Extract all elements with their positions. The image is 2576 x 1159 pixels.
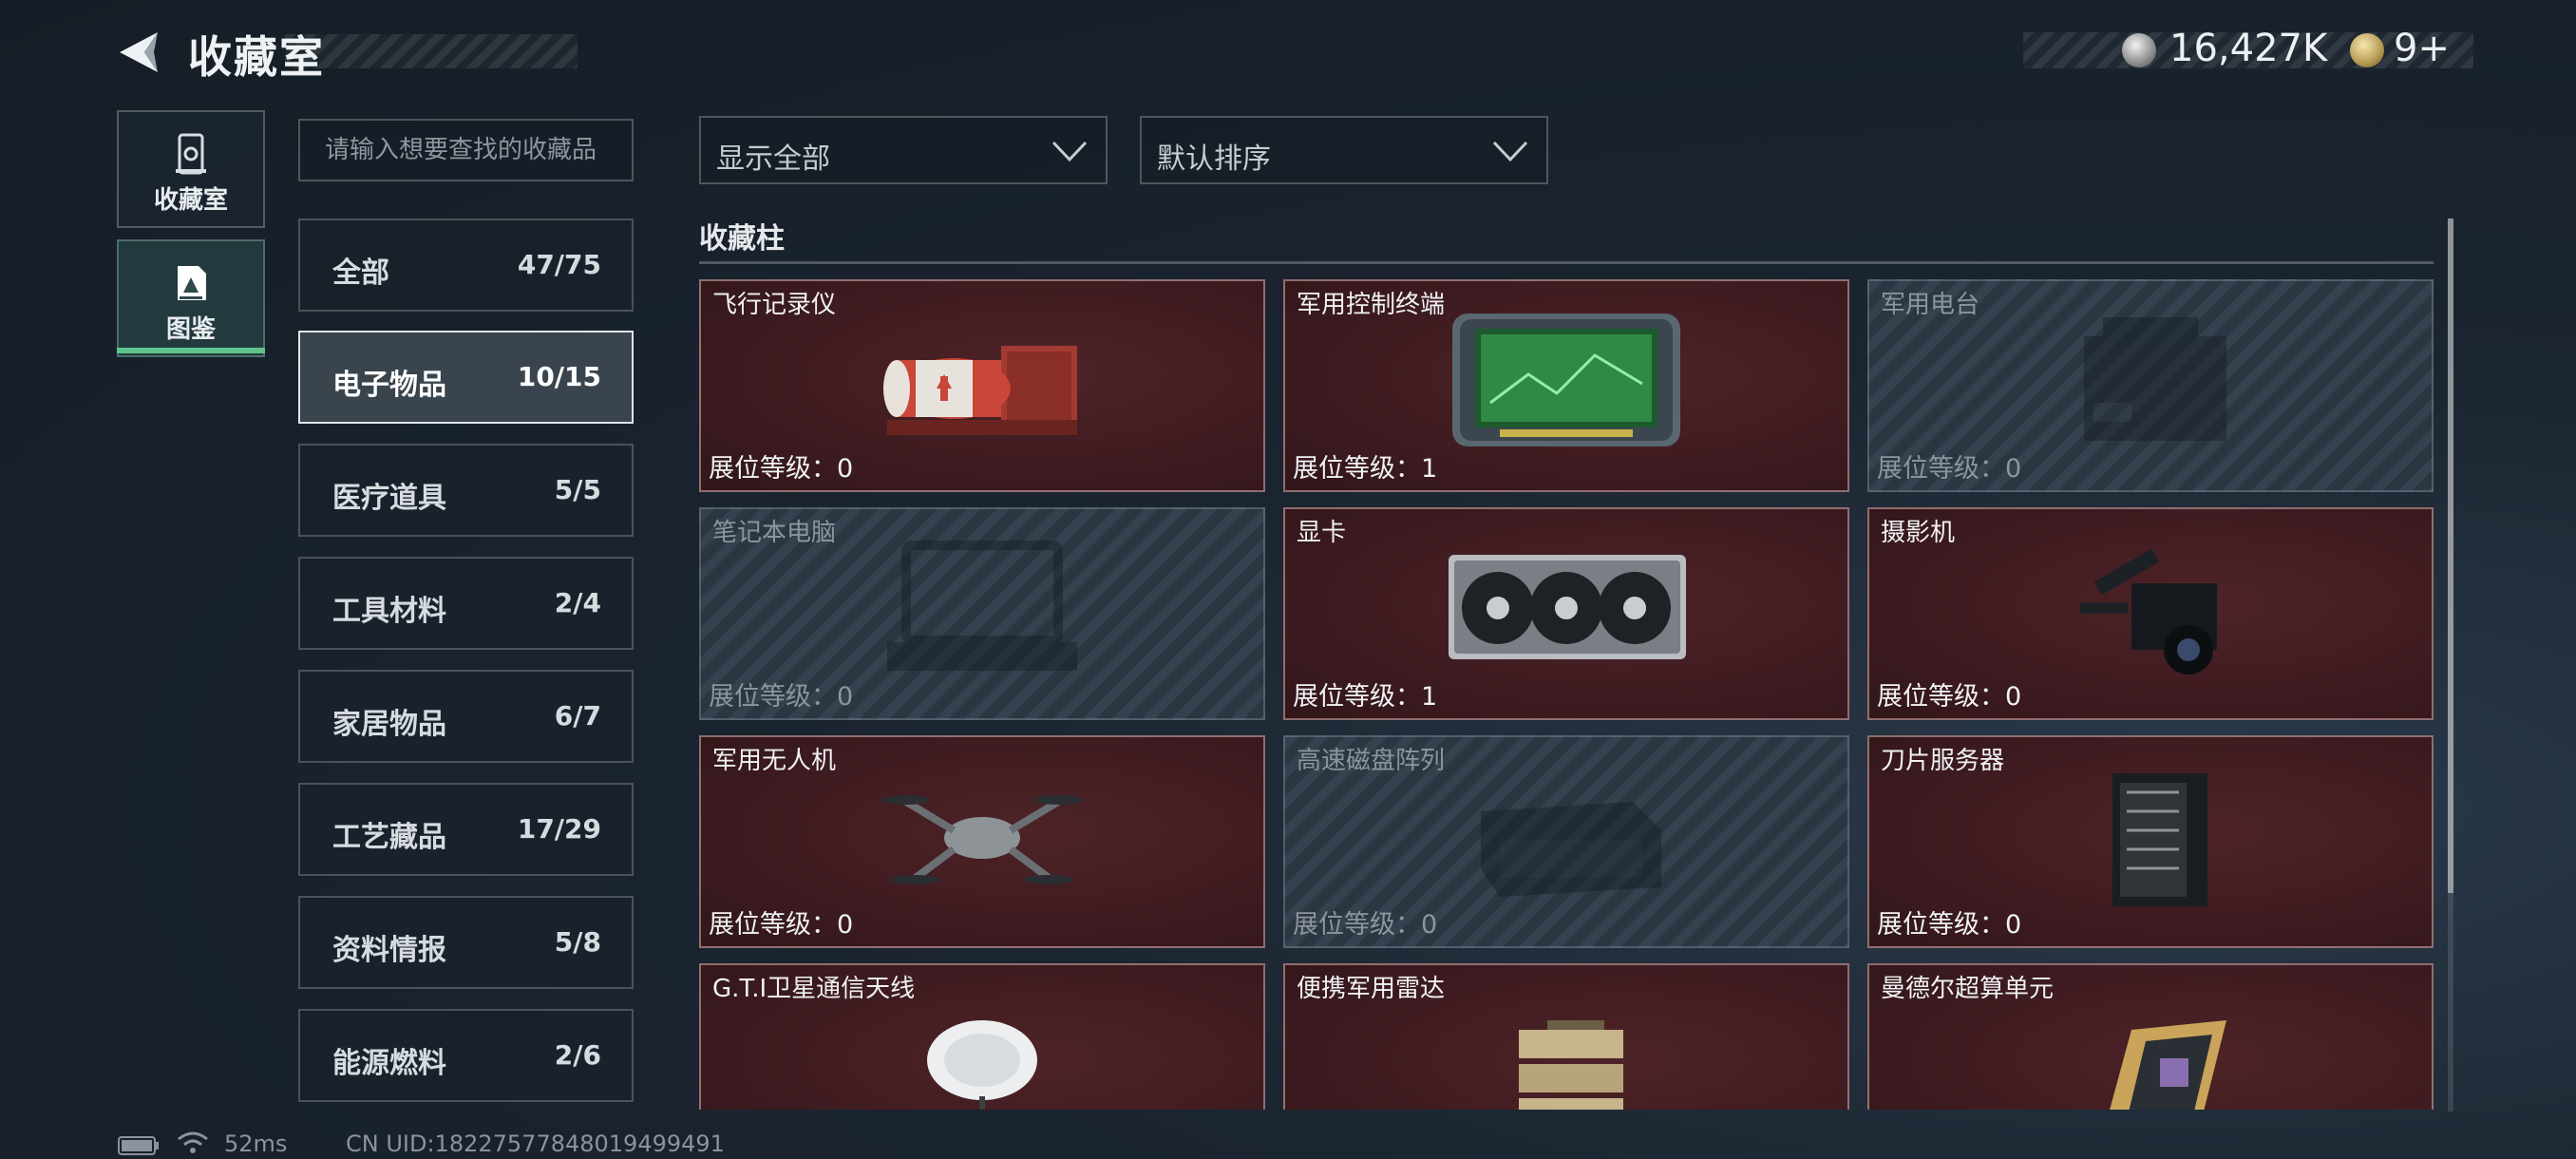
filter-dropdown[interactable]: 显示全部	[699, 116, 1108, 184]
chevron-down-icon	[1492, 141, 1528, 162]
category-item-all[interactable]: 全部 47/75	[298, 218, 634, 312]
nav-tab-codex[interactable]: 图鉴	[117, 239, 265, 357]
category-name: 资料情报	[332, 934, 446, 967]
item-card-portable-radar[interactable]: 便携军用雷达	[1283, 963, 1849, 1110]
category-item-household[interactable]: 家居物品 6/7	[298, 670, 634, 763]
booth-level: 展位等级：1	[1293, 682, 1438, 712]
section-title: 收藏柱	[699, 222, 785, 256]
category-item-crafts[interactable]: 工艺藏品 17/29	[298, 783, 634, 876]
nav-label-codex: 图鉴	[165, 315, 216, 344]
scrollbar-thumb[interactable]	[2448, 218, 2453, 893]
video-camera-icon	[2080, 548, 2217, 674]
nav-tab-collection-room[interactable]: 收藏室	[117, 110, 265, 228]
category-name: 家居物品	[332, 708, 446, 741]
category-item-tools[interactable]: 工具材料 2/4	[298, 557, 634, 650]
disk-array-icon	[1481, 802, 1661, 897]
item-name: 刀片服务器	[1881, 747, 2005, 775]
item-card-control-terminal[interactable]: 军用控制终端 展位等级：1	[1283, 279, 1849, 492]
booth-level: 展位等级：0	[1877, 910, 2022, 940]
category-item-medical[interactable]: 医疗道具 5/5	[298, 444, 634, 537]
category-name: 电子物品	[332, 369, 446, 402]
category-name: 全部	[332, 256, 389, 290]
item-name: 军用电台	[1881, 291, 1980, 319]
silver-coin-icon	[2122, 33, 2156, 67]
search-input[interactable]	[298, 119, 634, 181]
category-count: 6/7	[554, 700, 601, 732]
booth-level: 展位等级：0	[709, 910, 854, 940]
sort-dropdown[interactable]: 默认排序	[1140, 116, 1548, 184]
booth-level: 展位等级：1	[1293, 454, 1438, 484]
category-count: 47/75	[517, 249, 601, 280]
blade-server-icon	[2112, 773, 2207, 906]
item-name: 笔记本电脑	[712, 519, 837, 547]
item-name: 显卡	[1297, 519, 1347, 547]
gold-ticket-icon	[2350, 33, 2384, 67]
category-item-fuel[interactable]: 能源燃料 2/6	[298, 1009, 634, 1102]
control-terminal-icon	[1452, 314, 1680, 446]
drone-icon	[881, 795, 1083, 884]
item-name: 便携军用雷达	[1297, 975, 1446, 1003]
category-count: 2/4	[554, 587, 601, 618]
active-tab-indicator	[117, 348, 265, 353]
booth-level: 展位等级：0	[709, 454, 854, 484]
booth-level: 展位等级：0	[1293, 910, 1438, 940]
wifi-icon	[178, 1131, 208, 1153]
back-arrow-icon[interactable]	[116, 28, 161, 76]
nav-label-collection-room: 收藏室	[153, 186, 228, 215]
item-card-blade-server[interactable]: 刀片服务器 展位等级：0	[1867, 735, 2434, 948]
collection-grid: 飞行记录仪 展位等级：0 军用控制终端 展位等级：1 军用电台 展位等级：0 笔…	[699, 277, 2434, 1110]
item-card-disk-array[interactable]: 高速磁盘阵列 展位等级：0	[1283, 735, 1849, 948]
category-item-electronics[interactable]: 电子物品 10/15	[298, 331, 634, 424]
booth-level: 展位等级：0	[1877, 454, 2022, 484]
section-divider	[699, 261, 2434, 264]
item-card-graphics-card[interactable]: 显卡 展位等级：1	[1283, 507, 1849, 720]
supercomputer-unit-icon	[2110, 1020, 2226, 1110]
title-decoration	[285, 34, 578, 68]
ping-readout: 52ms	[224, 1130, 288, 1157]
category-name: 医疗道具	[332, 482, 446, 515]
codex-book-icon	[178, 266, 206, 300]
sort-dropdown-value: 默认排序	[1157, 142, 1271, 176]
military-radio-icon	[2084, 317, 2226, 441]
category-count: 2/6	[554, 1039, 601, 1071]
category-count: 10/15	[517, 361, 601, 392]
category-count: 5/8	[554, 926, 601, 958]
category-name: 工具材料	[332, 595, 446, 628]
trophy-cabinet-icon	[176, 133, 206, 175]
item-card-satellite-dish[interactable]: G.T.I卫星通信天线	[699, 963, 1265, 1110]
category-name: 工艺藏品	[332, 821, 446, 854]
laptop-icon	[887, 541, 1077, 671]
item-card-laptop[interactable]: 笔记本电脑 展位等级：0	[699, 507, 1265, 720]
user-uid: CN UID:18227577848019499491	[346, 1130, 725, 1157]
item-card-supercomputer-unit[interactable]: 曼德尔超算单元	[1867, 963, 2434, 1110]
booth-level: 展位等级：0	[1877, 682, 2022, 712]
flight-recorder-icon	[883, 346, 1077, 435]
item-name: 飞行记录仪	[712, 291, 837, 319]
graphics-card-icon	[1449, 555, 1686, 659]
chevron-down-icon	[1051, 141, 1088, 162]
category-count: 5/5	[554, 474, 601, 505]
page-title: 收藏室	[188, 31, 325, 83]
category-count: 17/29	[517, 813, 601, 845]
item-card-drone[interactable]: 军用无人机 展位等级：0	[699, 735, 1265, 948]
item-card-video-camera[interactable]: 摄影机 展位等级：0	[1867, 507, 2434, 720]
filter-dropdown-value: 显示全部	[716, 142, 830, 176]
item-name: 军用无人机	[712, 747, 837, 775]
satellite-dish-icon	[927, 1020, 1037, 1110]
booth-level: 展位等级：0	[709, 682, 854, 712]
item-name: 高速磁盘阵列	[1297, 747, 1446, 775]
item-name: 军用控制终端	[1297, 291, 1446, 319]
item-card-flight-recorder[interactable]: 飞行记录仪 展位等级：0	[699, 279, 1265, 492]
battery-icon	[118, 1136, 159, 1155]
category-item-intel[interactable]: 资料情报 5/8	[298, 896, 634, 989]
portable-radar-icon	[1519, 1020, 1623, 1110]
money-amount: 16,427K	[2169, 27, 2328, 70]
item-card-military-radio[interactable]: 军用电台 展位等级：0	[1867, 279, 2434, 492]
category-name: 能源燃料	[332, 1047, 446, 1080]
ticket-count[interactable]: 9+	[2394, 27, 2450, 70]
item-name: 摄影机	[1881, 519, 1956, 547]
